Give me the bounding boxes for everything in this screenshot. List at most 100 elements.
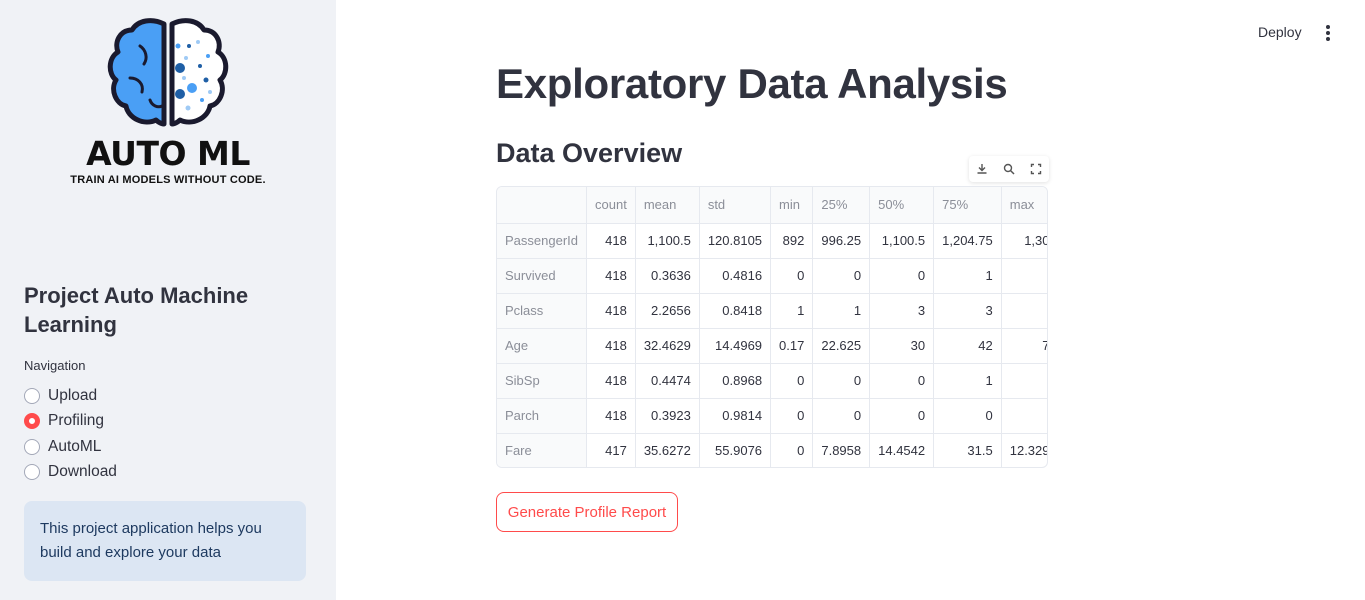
table-cell[interactable]: 0	[770, 363, 814, 399]
index-header[interactable]	[497, 187, 587, 224]
brain-icon	[107, 18, 229, 127]
table-cell[interactable]: 0.3636	[635, 258, 700, 294]
table-cell[interactable]: 996.25	[812, 223, 871, 259]
row-index-cell[interactable]: Age	[497, 328, 587, 364]
column-header[interactable]: 75%	[933, 187, 1002, 224]
row-index-cell[interactable]: Fare	[497, 433, 587, 467]
column-header[interactable]: count	[586, 187, 636, 224]
info-box: This project application helps you build…	[24, 501, 306, 581]
table-cell[interactable]: 418	[586, 328, 636, 364]
table-cell[interactable]: 14.4969	[699, 328, 772, 364]
nav-option-label: AutoML	[48, 438, 102, 455]
stats-table: count mean std min 25% 50% 75% max PassengerId 4…	[497, 187, 1047, 467]
table-cell[interactable]: 0	[770, 258, 814, 294]
radio-circle[interactable]	[24, 388, 40, 404]
fullscreen-icon[interactable]	[1027, 160, 1045, 178]
table-cell[interactable]: 1,204.75	[933, 223, 1002, 259]
app-logo: AUTO ML TRAIN AI MODELS WITHOUT CODE.	[56, 16, 280, 192]
table-cell[interactable]: 12.3292	[1001, 433, 1047, 467]
row-index-cell[interactable]: Parch	[497, 398, 587, 434]
table-cell[interactable]: 1,100.5	[869, 223, 935, 259]
row-index-cell[interactable]: Survived	[497, 258, 587, 294]
table-row: Age41832.462914.49690.1722.625304276	[497, 328, 1047, 364]
table-cell[interactable]: 418	[586, 223, 636, 259]
deploy-button[interactable]: Deploy	[1252, 22, 1308, 42]
nav-radio-automl[interactable]: AutoML	[24, 436, 101, 458]
table-cell[interactable]: 0	[933, 398, 1002, 434]
generate-profile-report-button[interactable]: Generate Profile Report	[496, 492, 678, 532]
search-icon[interactable]	[1000, 160, 1018, 178]
table-cell[interactable]: 1	[933, 258, 1002, 294]
table-cell[interactable]: 14.4542	[869, 433, 935, 467]
table-cell[interactable]: 8	[1001, 363, 1047, 399]
row-index-cell[interactable]: PassengerId	[497, 223, 587, 259]
table-cell[interactable]: 418	[586, 398, 636, 434]
table-cell[interactable]: 0.17	[770, 328, 814, 364]
navigation-label: Navigation	[24, 358, 86, 373]
column-header[interactable]: mean	[635, 187, 700, 224]
column-header[interactable]: 50%	[869, 187, 935, 224]
table-cell[interactable]: 0	[869, 258, 935, 294]
radio-circle-selected[interactable]	[24, 413, 40, 429]
sidebar-title: Project Auto Machine Learning	[24, 283, 249, 337]
table-cell[interactable]: 418	[586, 293, 636, 329]
table-cell[interactable]: 3	[1001, 293, 1047, 329]
table-cell[interactable]: 35.6272	[635, 433, 700, 467]
table-cell[interactable]: 3	[869, 293, 935, 329]
table-cell[interactable]: 0.3923	[635, 398, 700, 434]
table-cell[interactable]: 31.5	[933, 433, 1002, 467]
download-icon[interactable]	[973, 160, 991, 178]
column-header[interactable]: min	[770, 187, 814, 224]
nav-radio-profiling[interactable]: Profiling	[24, 410, 104, 432]
table-cell[interactable]: 0	[812, 258, 871, 294]
page-title: Exploratory Data Analysis	[496, 60, 1008, 107]
table-cell[interactable]: 1	[1001, 258, 1047, 294]
nav-option-label: Upload	[48, 387, 98, 404]
table-cell[interactable]: 0	[770, 433, 814, 467]
table-row: Fare 417 35.6272 55.9076 0 7.8958 14.4542 31.5 1…	[497, 433, 1047, 467]
table-cell[interactable]: 76	[1001, 328, 1047, 364]
data-overview-table[interactable]: count mean std min 25% 50% 75% max PassengerId 4…	[496, 186, 1048, 468]
table-cell[interactable]: 32.4629	[635, 328, 700, 364]
table-cell[interactable]: 2.2656	[635, 293, 700, 329]
table-cell[interactable]: 418	[586, 363, 636, 399]
radio-circle[interactable]	[24, 464, 40, 480]
table-cell[interactable]: 7.8958	[812, 433, 871, 467]
table-cell[interactable]: 892	[770, 223, 814, 259]
table-cell[interactable]: 42	[933, 328, 1002, 364]
table-cell[interactable]: 0	[869, 363, 935, 399]
table-cell[interactable]: 417	[586, 433, 636, 467]
nav-radio-download[interactable]: Download	[24, 461, 117, 483]
table-cell[interactable]: 0	[812, 363, 871, 399]
table-cell[interactable]: 0.9814	[699, 398, 772, 434]
column-header[interactable]: std	[699, 187, 772, 224]
section-title: Data Overview	[496, 138, 683, 168]
table-cell[interactable]: 0.4474	[635, 363, 700, 399]
kebab-menu-icon[interactable]	[1322, 24, 1334, 42]
radio-circle[interactable]	[24, 439, 40, 455]
row-index-cell[interactable]: SibSp	[497, 363, 587, 399]
table-cell[interactable]: 9	[1001, 398, 1047, 434]
column-header[interactable]: 25%	[812, 187, 871, 224]
nav-radio-upload[interactable]: Upload	[24, 385, 97, 407]
table-cell[interactable]: 0	[770, 398, 814, 434]
column-header[interactable]: max	[1001, 187, 1047, 224]
table-cell[interactable]: 120.8105	[699, 223, 772, 259]
table-cell[interactable]: 0.8968	[699, 363, 772, 399]
table-cell[interactable]: 1,309	[1001, 223, 1047, 259]
table-cell[interactable]: 55.9076	[699, 433, 772, 467]
table-cell[interactable]: 0.4816	[699, 258, 772, 294]
table-cell[interactable]: 22.625	[812, 328, 871, 364]
table-cell[interactable]: 0	[812, 398, 871, 434]
row-index-cell[interactable]: Pclass	[497, 293, 587, 329]
table-cell[interactable]: 0.8418	[699, 293, 772, 329]
table-cell[interactable]: 1	[812, 293, 871, 329]
table-cell[interactable]: 418	[586, 258, 636, 294]
table-cell[interactable]: 1	[770, 293, 814, 329]
table-cell[interactable]: 30	[869, 328, 935, 364]
table-cell[interactable]: 0	[869, 398, 935, 434]
table-cell[interactable]: 3	[933, 293, 1002, 329]
table-cell[interactable]: 1,100.5	[635, 223, 700, 259]
table-cell[interactable]: 1	[933, 363, 1002, 399]
logo-text: AUTO ML	[86, 134, 250, 173]
